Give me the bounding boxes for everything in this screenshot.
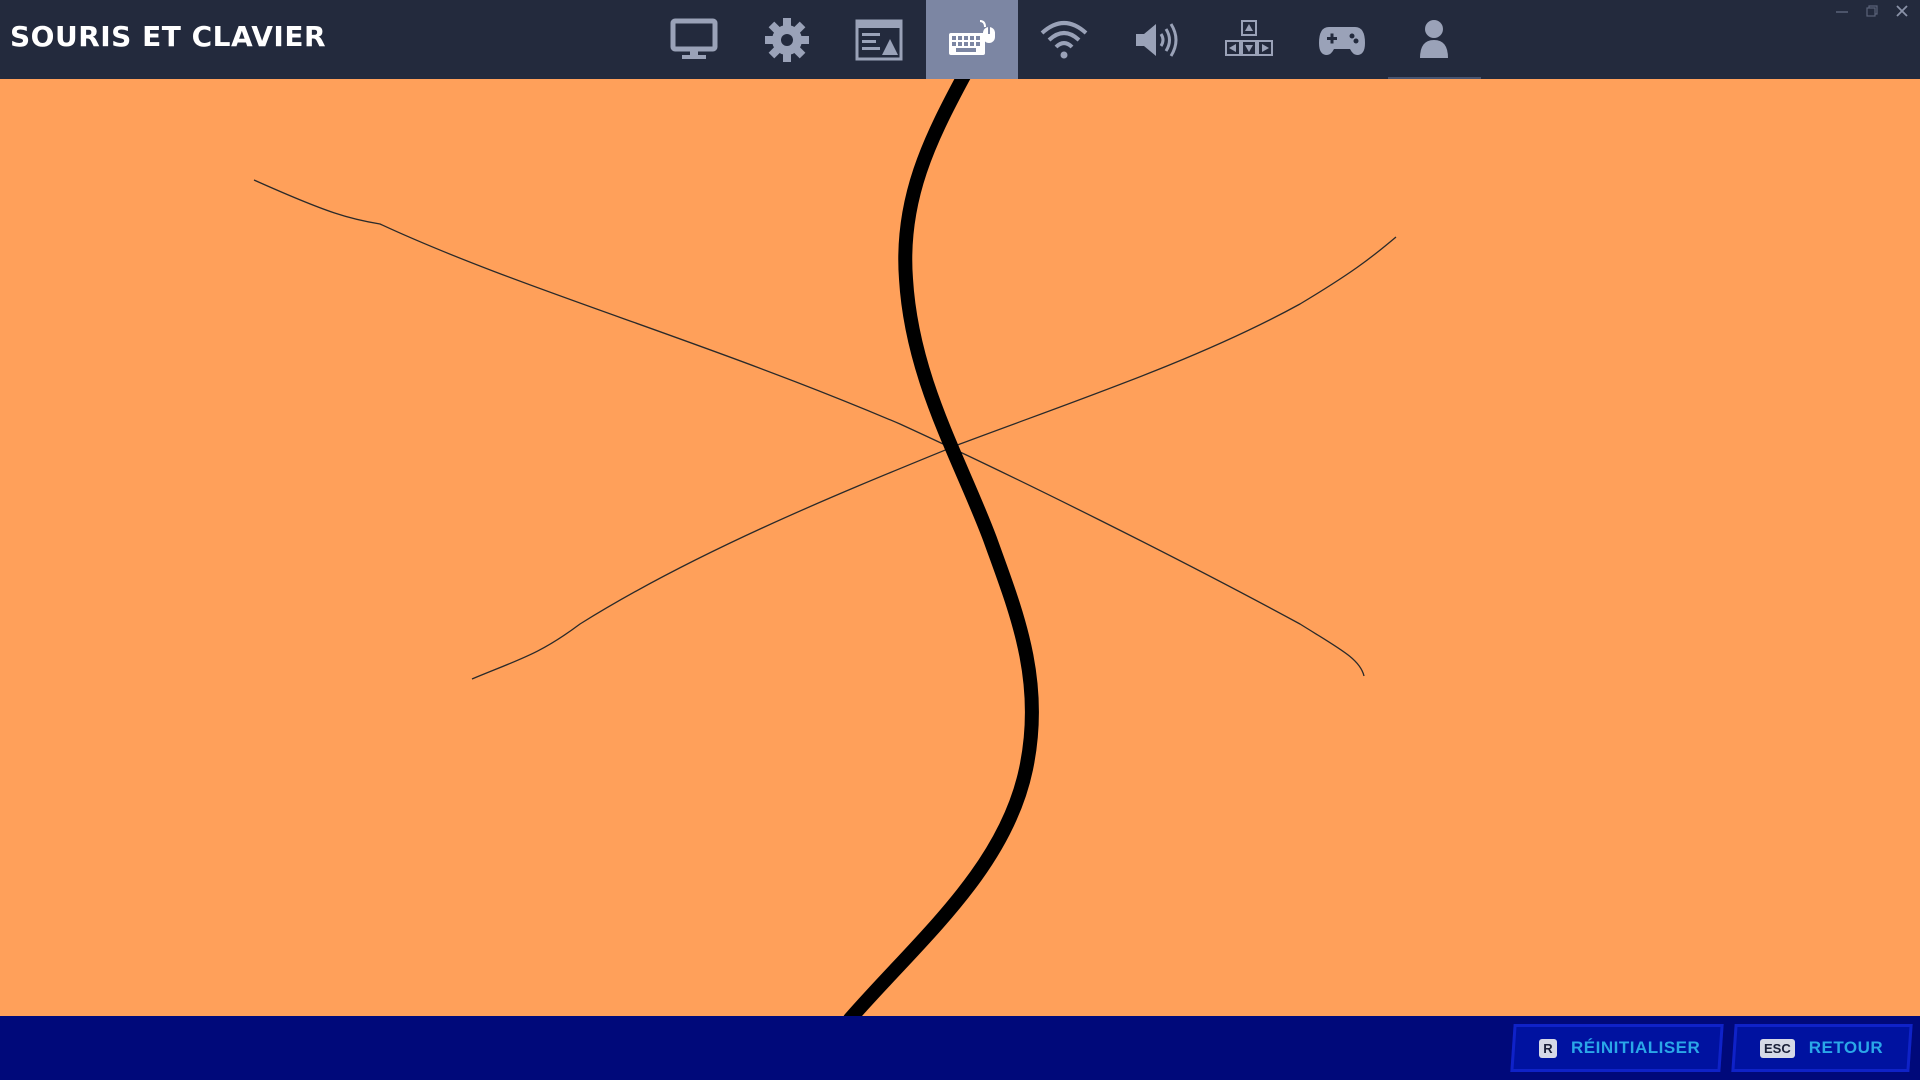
- tab-video[interactable]: [648, 0, 741, 79]
- tab-controller[interactable]: [1296, 0, 1389, 79]
- drawing-area[interactable]: [0, 79, 1920, 1016]
- restore-icon: [1866, 5, 1878, 17]
- back-label: RETOUR: [1808, 1038, 1884, 1057]
- reset-label: RÉINITIALISER: [1571, 1038, 1701, 1057]
- tab-account[interactable]: [1388, 0, 1481, 79]
- thin-stroke-descending: [253, 179, 1365, 677]
- keyboard-mouse-icon: [948, 19, 995, 55]
- tab-network[interactable]: [1018, 0, 1111, 79]
- reset-button[interactable]: R RÉINITIALISER: [1510, 1024, 1724, 1072]
- interface-icon: [855, 19, 903, 60]
- settings-tabs: [648, 0, 1481, 79]
- tab-mouse-keyboard[interactable]: [925, 0, 1018, 79]
- tab-hud[interactable]: [833, 0, 926, 79]
- tab-audio[interactable]: [1111, 0, 1204, 79]
- footer-bar: R RÉINITIALISER ESC RETOUR: [0, 1016, 1920, 1080]
- reset-key-badge: R: [1539, 1038, 1557, 1058]
- tab-game[interactable]: [741, 0, 834, 79]
- wifi-icon: [1040, 20, 1088, 58]
- window-controls: [1832, 2, 1912, 20]
- monitor-icon: [670, 18, 718, 59]
- gamepad-icon: [1318, 26, 1365, 55]
- accessibility-arrows-icon: [1225, 19, 1274, 56]
- thin-stroke-ascending: [471, 236, 1397, 680]
- close-button[interactable]: [1892, 2, 1912, 20]
- minimize-icon: [1836, 11, 1848, 13]
- drawing-strokes: [253, 79, 1397, 1016]
- account-icon: [1420, 19, 1449, 58]
- restore-button[interactable]: [1862, 2, 1882, 20]
- speaker-icon: [1135, 22, 1178, 57]
- top-bar: SOURIS ET CLAVIER: [0, 0, 1920, 79]
- page-title: SOURIS ET CLAVIER: [10, 20, 327, 53]
- back-key-badge: ESC: [1760, 1038, 1795, 1058]
- back-button[interactable]: ESC RETOUR: [1731, 1024, 1913, 1072]
- minimize-button[interactable]: [1832, 2, 1852, 20]
- close-icon: [1896, 5, 1908, 17]
- thick-stroke: [843, 79, 1039, 1016]
- tab-accessibility[interactable]: [1203, 0, 1296, 79]
- gear-icon: [764, 17, 809, 62]
